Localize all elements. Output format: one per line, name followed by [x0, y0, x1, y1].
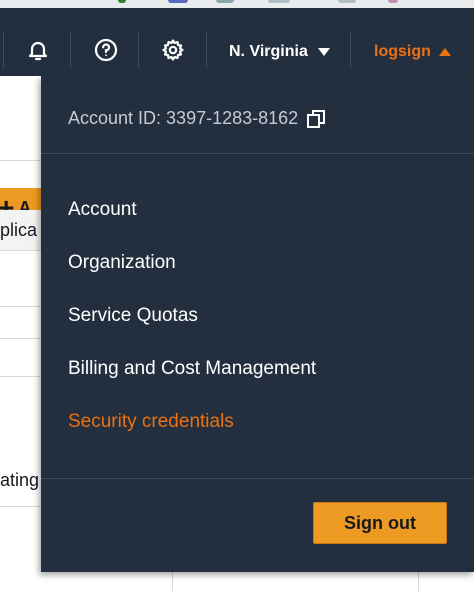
- dropdown-divider: [41, 478, 474, 479]
- table-row: [0, 338, 42, 339]
- username-label: logsign: [374, 43, 431, 60]
- menu-item-service-quotas[interactable]: Service Quotas: [68, 305, 198, 327]
- strip-mark: [168, 0, 188, 3]
- strip-mark: [118, 0, 126, 3]
- strip-mark: [338, 0, 356, 3]
- account-dropdown: Account ID: 3397-1283-8162 Account Organ…: [41, 76, 474, 572]
- caret-down-icon: [317, 48, 330, 56]
- copy-icon[interactable]: [306, 109, 326, 129]
- sign-out-button[interactable]: Sign out: [313, 502, 447, 544]
- browser-strip: [0, 0, 474, 8]
- menu-item-billing[interactable]: Billing and Cost Management: [68, 358, 316, 380]
- nav-separator: [3, 32, 4, 68]
- table-cell-text: ating: [0, 470, 40, 490]
- column-line: [418, 571, 419, 591]
- menu-item-security-credentials[interactable]: Security credentials: [68, 411, 234, 433]
- account-menu-button[interactable]: logsign: [374, 40, 451, 64]
- strip-mark: [268, 0, 290, 3]
- top-navbar: N. Virginia logsign: [0, 8, 474, 76]
- region-label: N. Virginia: [229, 43, 308, 60]
- nav-separator: [206, 32, 207, 68]
- help-icon[interactable]: [92, 36, 120, 64]
- account-id-text: Account ID: 3397-1283-8162: [68, 108, 299, 128]
- strip-mark: [216, 0, 234, 3]
- table-row: [0, 376, 42, 377]
- region-selector[interactable]: N. Virginia: [229, 40, 330, 64]
- table-row: [0, 506, 42, 507]
- menu-item-account[interactable]: Account: [68, 199, 137, 221]
- nav-separator: [138, 32, 139, 68]
- nav-separator: [70, 32, 71, 68]
- nav-separator: [350, 32, 351, 68]
- table-row: [0, 250, 42, 251]
- bell-icon[interactable]: [24, 36, 52, 64]
- table-header-text: plica: [0, 220, 38, 240]
- table-divider: [0, 160, 42, 161]
- menu-item-organization[interactable]: Organization: [68, 252, 176, 274]
- table-row: [0, 306, 42, 307]
- caret-up-icon: [438, 48, 451, 56]
- account-id-row: Account ID: 3397-1283-8162: [68, 108, 326, 129]
- column-line: [172, 571, 173, 591]
- strip-mark: [388, 0, 398, 3]
- dropdown-divider: [41, 153, 474, 154]
- gear-icon[interactable]: [159, 36, 187, 64]
